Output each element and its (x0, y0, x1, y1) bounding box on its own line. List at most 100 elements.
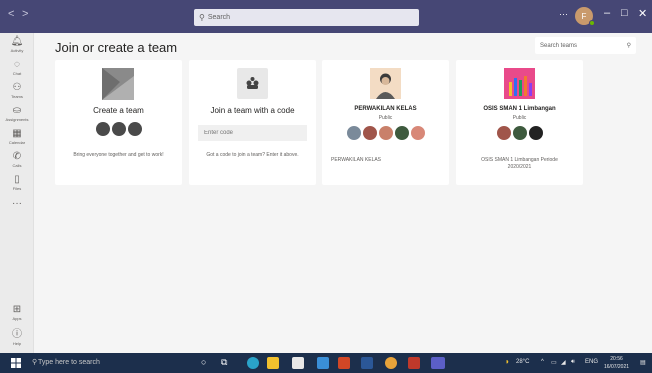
minimize-button[interactable]: – (604, 7, 610, 19)
windows-taskbar: ⚲ Type here to search ○ ⧉ ◗ 28°C ^ ▭ ◢ 🔊… (0, 353, 652, 373)
member-avatar[interactable] (346, 126, 361, 140)
maximize-button[interactable]: □ (621, 7, 628, 19)
avatar-initial: F (581, 11, 587, 21)
title-bar: < > ⚲ Search ··· F – □ ✕ (0, 0, 652, 33)
rail-item-help[interactable]: ⓘ Help (0, 329, 34, 346)
team-name: OSIS SMAN 1 Limbangan (483, 106, 556, 112)
powerpoint-icon[interactable] (338, 357, 350, 369)
back-icon[interactable]: < (8, 8, 14, 20)
search-teams-input[interactable]: Search teams ⚲ (535, 37, 636, 54)
team-description: PERWAKILAN KELAS (331, 157, 382, 163)
create-team-description: Bring everyone together and get to work! (73, 152, 164, 158)
member-avatar[interactable] (362, 126, 377, 140)
team-card-osis-sman-1-limbangan[interactable]: OSIS SMAN 1 Limbangan Public OSIS SMAN 1… (456, 60, 583, 185)
team-logo-portrait (370, 68, 401, 99)
clock-time: 20:56 (610, 356, 623, 362)
rail-label-apps: Apps (12, 316, 22, 321)
calendar-icon: ▦ (12, 128, 22, 139)
rail-item-teams[interactable]: ⚇ Teams (0, 82, 34, 99)
network-icon[interactable]: ◢ (561, 359, 566, 366)
assignments-icon: ⛀ (12, 105, 22, 116)
team-name: PERWAKILAN KELAS (354, 106, 417, 112)
windows-start-icon[interactable] (11, 358, 21, 368)
rail-item-apps[interactable]: ⊞ Apps (0, 304, 34, 321)
forward-icon[interactable]: > (22, 8, 28, 20)
join-team-description: Got a code to join a team? Enter it abov… (206, 152, 299, 158)
rail-label-help: Help (12, 341, 22, 346)
team-description: OSIS SMAN 1 Limbangan Periode 2020/2021 (481, 157, 558, 170)
teams-icon[interactable] (431, 357, 445, 369)
battery-icon[interactable]: ▭ (551, 359, 557, 366)
team-visibility: Public (512, 115, 527, 121)
member-avatar[interactable] (528, 126, 543, 140)
app-rail: 🔔︎ Activity ◌ Chat ⚇ Teams ⛀ Assignments… (0, 33, 34, 353)
weather-temperature[interactable]: 28°C (516, 359, 529, 365)
chrome-icon[interactable] (385, 357, 397, 369)
more-icon: ··· (12, 198, 22, 209)
create-team-card[interactable]: Create a team Bring everyone together an… (55, 60, 182, 185)
join-team-card: Join a team with a code Got a code to jo… (189, 60, 316, 185)
rail-item-assignments[interactable]: ⛀ Assignments (0, 105, 34, 122)
rail-label-activity: Activity (10, 48, 24, 53)
clock-date: 16/07/2021 (604, 364, 630, 370)
placeholder-avatar (111, 122, 126, 136)
create-team-illustration (102, 68, 134, 100)
store-icon[interactable] (292, 357, 304, 369)
word-icon[interactable] (361, 357, 373, 369)
rail-item-files[interactable]: ▯ Files (0, 174, 34, 191)
edge-icon[interactable] (247, 357, 259, 369)
create-team-avatars (55, 122, 182, 136)
rail-item-calendar[interactable]: ▦ Calendar (0, 128, 34, 145)
team-card-perwakilan-kelas[interactable]: PERWAKILAN KELAS Public PERWAKILAN KELAS (322, 60, 449, 185)
rail-item-activity[interactable]: 🔔︎ Activity (0, 36, 34, 53)
teams-icon: ⚇ (12, 82, 22, 93)
taskbar-clock[interactable]: 20:56 16/07/2021 (604, 355, 629, 371)
close-button[interactable]: ✕ (638, 7, 647, 20)
file-explorer-icon[interactable] (267, 357, 279, 369)
member-avatar[interactable] (410, 126, 425, 140)
team-visibility: Public (378, 115, 393, 121)
member-avatars (322, 126, 449, 140)
more-options-icon[interactable]: ··· (559, 9, 568, 19)
bell-icon: 🔔︎ (10, 36, 24, 47)
user-avatar[interactable]: F (575, 7, 595, 26)
global-search-input[interactable]: ⚲ Search (194, 9, 419, 26)
apps-icon: ⊞ (12, 304, 22, 315)
weather-icon: ◗ (505, 357, 510, 366)
global-search-placeholder: Search (207, 14, 231, 21)
rail-label-assignments: Assignments (5, 117, 29, 122)
presence-available-icon (589, 20, 595, 26)
search-icon: ⚲ (32, 359, 38, 366)
rail-label-calendar: Calendar (8, 140, 26, 145)
mail-icon[interactable] (317, 357, 329, 369)
task-view-icon[interactable]: ⧉ (221, 357, 233, 369)
rail-label-files: Files (12, 186, 22, 191)
rail-label-chat: Chat (12, 71, 22, 76)
notifications-icon[interactable]: ▤ (640, 359, 646, 366)
member-avatars (456, 126, 583, 140)
rail-more-button[interactable]: ··· (0, 198, 34, 209)
join-team-title: Join a team with a code (210, 106, 295, 115)
volume-icon[interactable]: 🔊︎ (571, 359, 575, 366)
tray-chevron-icon[interactable]: ^ (541, 359, 544, 365)
taskbar-search-input[interactable]: Type here to search (38, 359, 100, 366)
member-avatar[interactable] (394, 126, 409, 140)
member-avatar[interactable] (378, 126, 393, 140)
team-code-input[interactable] (198, 125, 307, 141)
language-indicator[interactable]: ENG (585, 359, 598, 365)
page-title: Join or create a team (55, 40, 178, 55)
member-avatar[interactable] (512, 126, 527, 140)
help-icon: ⓘ (12, 329, 22, 340)
team-logo-pencils (504, 68, 535, 99)
rail-label-calls: Calls (12, 163, 22, 168)
search-teams-placeholder: Search teams (540, 42, 578, 49)
member-avatar[interactable] (496, 126, 511, 140)
join-team-illustration (237, 68, 268, 99)
app-icon[interactable] (408, 357, 420, 369)
phone-icon: ✆ (12, 151, 22, 162)
chat-icon: ◌ (14, 59, 20, 70)
search-icon: ⚲ (199, 13, 205, 22)
rail-item-chat[interactable]: ◌ Chat (0, 59, 34, 76)
rail-item-calls[interactable]: ✆ Calls (0, 151, 34, 168)
cortana-icon[interactable]: ○ (201, 357, 213, 369)
